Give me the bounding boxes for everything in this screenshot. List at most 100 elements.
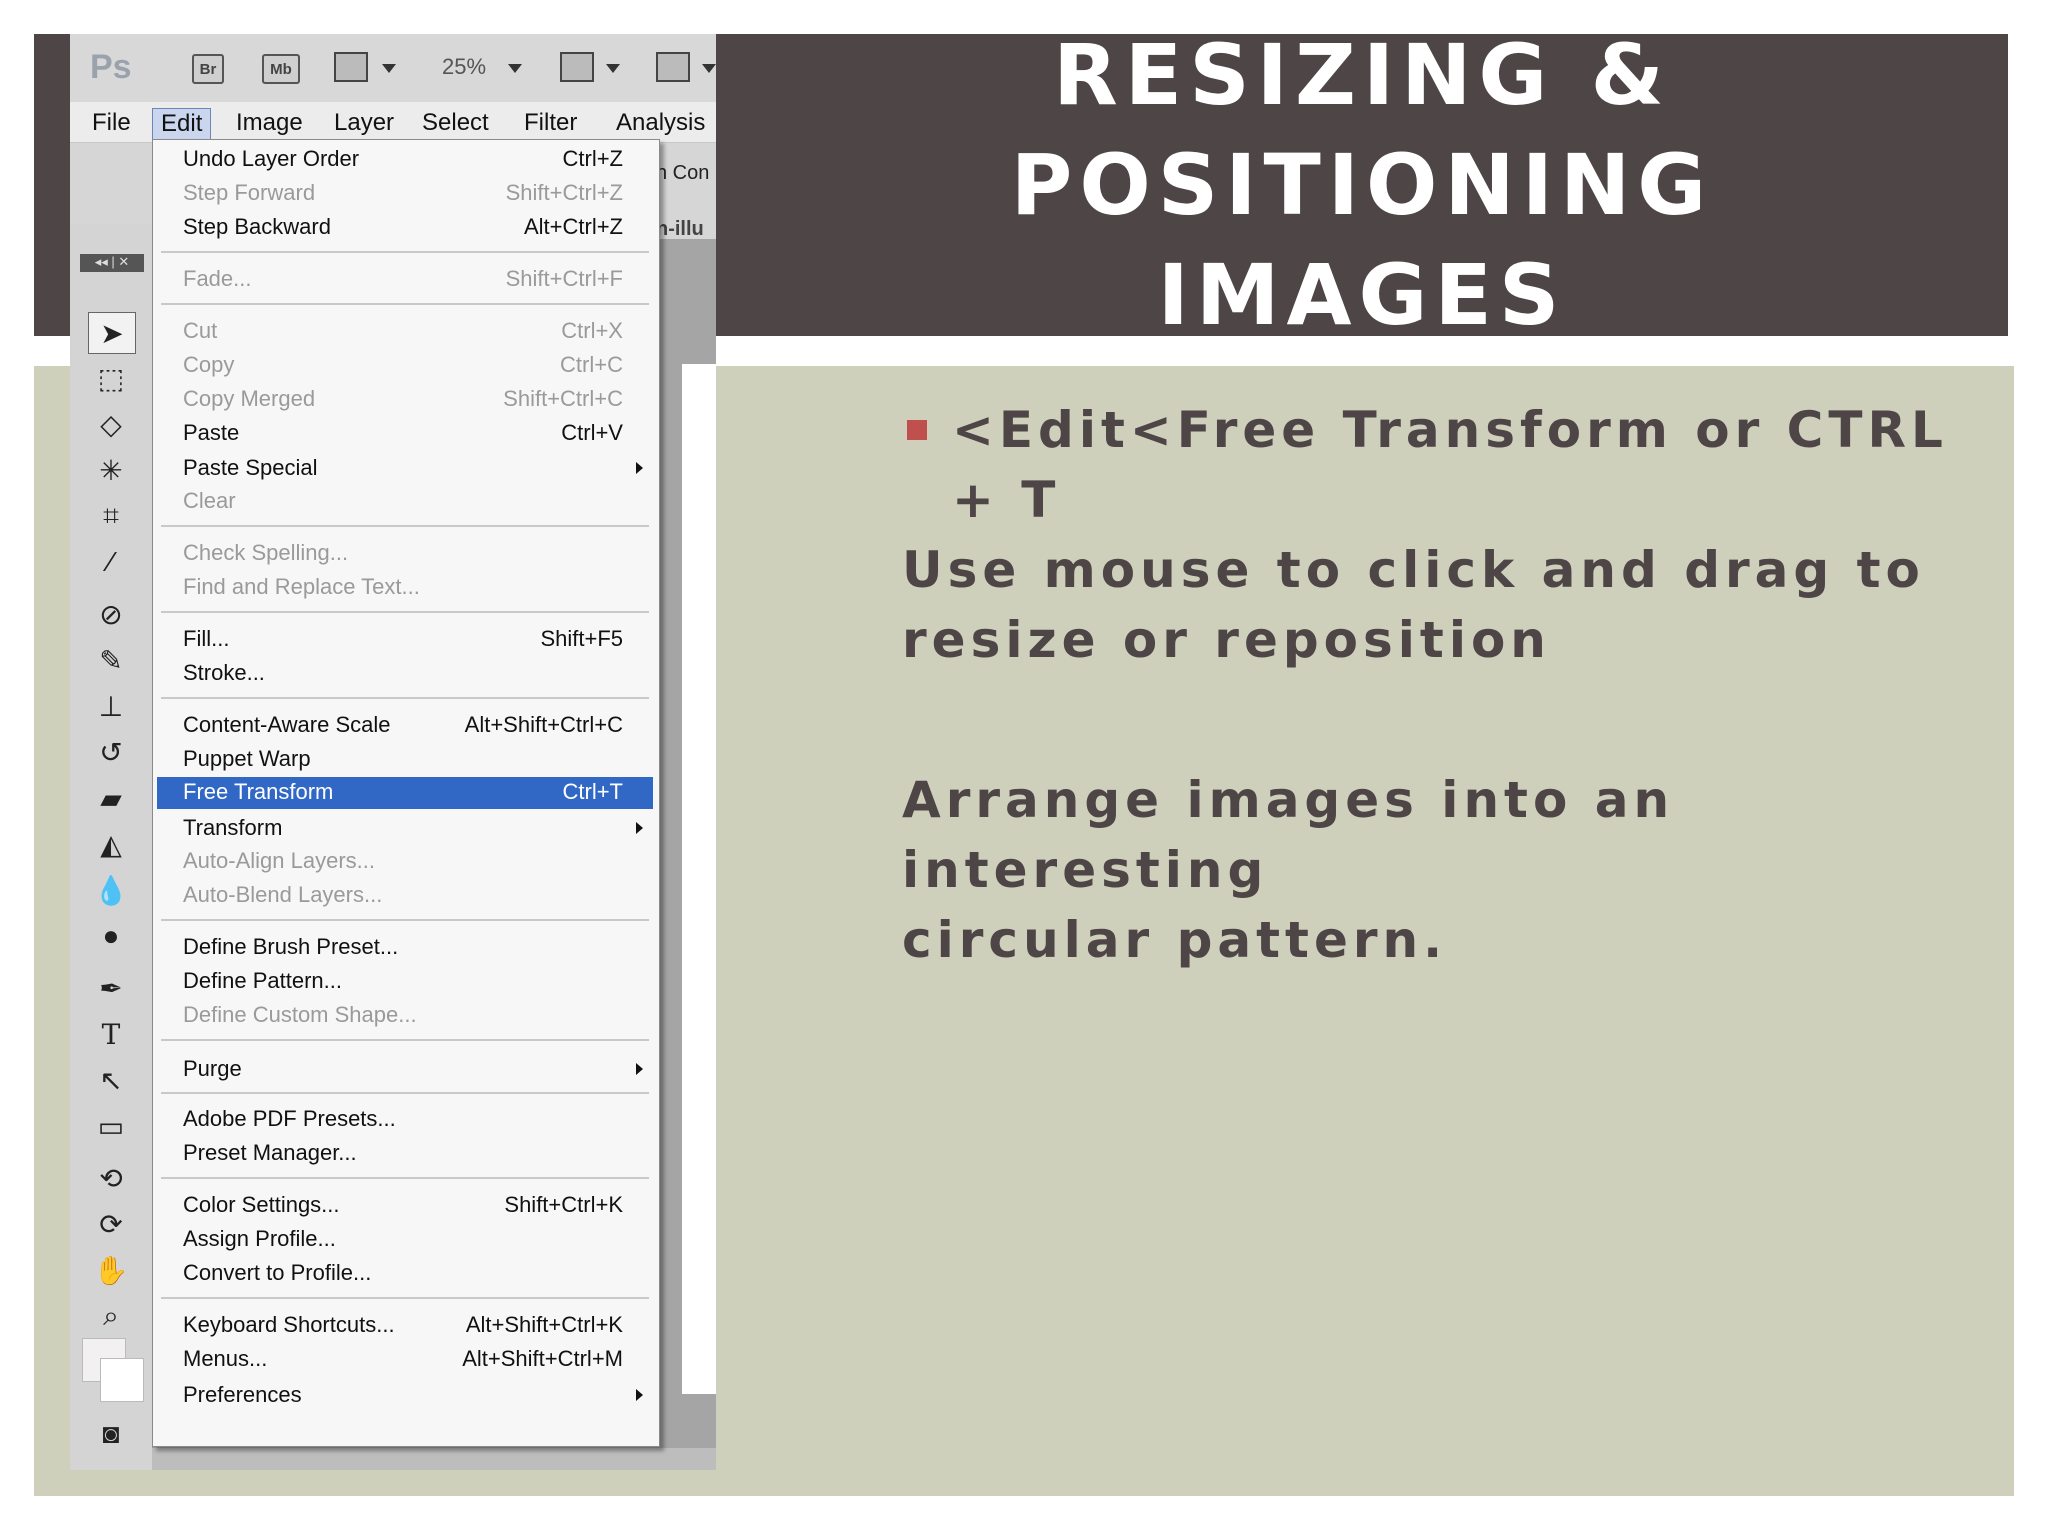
menu-item-define-pattern[interactable]: Define Pattern...: [157, 966, 653, 996]
submenu-arrow-icon: [636, 1389, 643, 1401]
menu-separator: [161, 1039, 649, 1041]
chevron-down-icon[interactable]: [606, 64, 620, 73]
path-selection-tool-icon[interactable]: ↖: [88, 1060, 134, 1100]
paint-bucket-tool-icon[interactable]: ◭: [88, 824, 134, 864]
slide-title-line-1: RESIZING & POSITIONING: [1010, 26, 1714, 234]
menu-item-check-spelling[interactable]: Check Spelling...: [157, 538, 653, 568]
chevron-down-icon[interactable]: [508, 64, 522, 73]
mini-bridge-button[interactable]: Mb: [262, 54, 300, 84]
menu-item-clear[interactable]: Clear: [157, 486, 653, 516]
menu-item-paste[interactable]: Paste Ctrl+V: [157, 418, 653, 448]
3d-rotate-tool-icon[interactable]: ⟲: [88, 1158, 134, 1198]
chevron-down-icon[interactable]: [702, 64, 716, 73]
marquee-tool-icon[interactable]: ⬚: [88, 358, 134, 398]
magic-wand-tool-icon[interactable]: ✳: [88, 450, 134, 490]
menu-item-menus[interactable]: Menus... Alt+Shift+Ctrl+M: [157, 1344, 653, 1374]
menu-item-define-brush-preset[interactable]: Define Brush Preset...: [157, 932, 653, 962]
instruction-line-2: resize or reposition: [902, 611, 1551, 669]
menu-item-adobe-pdf-presets[interactable]: Adobe PDF Presets...: [157, 1104, 653, 1134]
move-tool-icon[interactable]: ➤: [88, 312, 136, 354]
menu-analysis[interactable]: Analysis: [608, 108, 713, 138]
quick-mask-icon[interactable]: ◙: [88, 1414, 134, 1454]
menu-item-find-replace[interactable]: Find and Replace Text...: [157, 572, 653, 602]
menu-item-color-settings[interactable]: Color Settings... Shift+Ctrl+K: [157, 1190, 653, 1220]
zoom-level[interactable]: 25%: [442, 54, 486, 80]
menu-item-convert-to-profile[interactable]: Convert to Profile...: [157, 1258, 653, 1288]
menu-item-label: Copy Merged: [183, 386, 316, 411]
menu-filter[interactable]: Filter: [516, 108, 585, 138]
arrange-documents-icon[interactable]: [560, 52, 594, 82]
menu-item-stroke[interactable]: Stroke...: [157, 658, 653, 688]
menu-item-free-transform[interactable]: Free Transform Ctrl+T: [157, 777, 653, 809]
menu-item-label: Check Spelling...: [183, 540, 349, 565]
menu-item-label: Color Settings...: [183, 1192, 340, 1217]
menu-item-content-aware-scale[interactable]: Content-Aware Scale Alt+Shift+Ctrl+C: [157, 710, 653, 740]
pen-tool-icon[interactable]: ✒: [88, 968, 134, 1008]
application-bar: Ps Br Mb 25%: [70, 34, 716, 103]
menu-item-label: Menus...: [183, 1346, 268, 1371]
menu-layer[interactable]: Layer: [326, 108, 402, 138]
dodge-tool-icon[interactable]: ●: [88, 916, 134, 956]
canvas-area[interactable]: [682, 364, 716, 1394]
menu-image[interactable]: Image: [228, 108, 311, 138]
bridge-button[interactable]: Br: [192, 54, 224, 84]
menu-item-label: Step Backward: [183, 214, 331, 239]
menu-item-label: Preset Manager...: [183, 1140, 357, 1165]
brush-tool-icon[interactable]: ✎: [88, 640, 134, 680]
menu-separator: [161, 1177, 649, 1179]
menu-item-label: Keyboard Shortcuts...: [183, 1312, 395, 1337]
history-brush-tool-icon[interactable]: ↺: [88, 732, 134, 772]
slide-title: RESIZING & POSITIONING IMAGES: [716, 26, 2008, 344]
menu-item-label: Define Pattern...: [183, 968, 342, 993]
menu-item-shortcut: Shift+Ctrl+K: [504, 1192, 623, 1217]
lasso-tool-icon[interactable]: ◇: [88, 404, 134, 444]
menu-item-puppet-warp[interactable]: Puppet Warp: [157, 744, 653, 774]
toolbox-header[interactable]: ◂◂ | ✕: [80, 254, 144, 272]
menu-select[interactable]: Select: [414, 108, 497, 138]
menu-item-assign-profile[interactable]: Assign Profile...: [157, 1224, 653, 1254]
menu-item-define-custom-shape[interactable]: Define Custom Shape...: [157, 1000, 653, 1030]
zoom-tool-icon[interactable]: ⌕: [88, 1296, 134, 1336]
type-tool-icon[interactable]: T: [88, 1014, 134, 1054]
3d-orbit-tool-icon[interactable]: ⟳: [88, 1204, 134, 1244]
menu-item-transform[interactable]: Transform: [157, 813, 653, 843]
menu-item-cut[interactable]: Cut Ctrl+X: [157, 316, 653, 346]
rectangle-tool-icon[interactable]: ▭: [88, 1106, 134, 1146]
menu-edit[interactable]: Edit: [152, 108, 212, 140]
document-status-area: [152, 1448, 716, 1470]
menu-item-step-forward[interactable]: Step Forward Shift+Ctrl+Z: [157, 178, 653, 208]
menu-item-step-backward[interactable]: Step Backward Alt+Ctrl+Z: [157, 212, 653, 242]
hand-tool-icon[interactable]: ✋: [88, 1250, 134, 1290]
menu-item-keyboard-shortcuts[interactable]: Keyboard Shortcuts... Alt+Shift+Ctrl+K: [157, 1310, 653, 1340]
menu-item-copy[interactable]: Copy Ctrl+C: [157, 350, 653, 380]
instruction-paragraph: Use mouse to click and drag to resize or…: [902, 535, 2002, 675]
menu-item-undo[interactable]: Undo Layer Order Ctrl+Z: [157, 144, 653, 174]
menu-item-purge[interactable]: Purge: [157, 1054, 653, 1084]
menu-item-shortcut: Alt+Ctrl+Z: [523, 214, 623, 239]
blur-tool-icon[interactable]: 💧: [88, 870, 134, 910]
document-tab-fragment[interactable]: n-illu: [656, 218, 704, 241]
menu-item-label: Fade...: [183, 266, 252, 291]
menu-item-auto-blend-layers[interactable]: Auto-Blend Layers...: [157, 880, 653, 910]
menu-item-preferences[interactable]: Preferences: [157, 1380, 653, 1410]
menu-separator: [161, 525, 649, 527]
menu-item-label: Auto-Align Layers...: [183, 848, 375, 873]
menu-item-fade[interactable]: Fade... Shift+Ctrl+F: [157, 264, 653, 294]
menu-item-label: Purge: [183, 1056, 242, 1081]
clone-stamp-tool-icon[interactable]: ⊥: [88, 686, 134, 726]
menu-item-copy-merged[interactable]: Copy Merged Shift+Ctrl+C: [157, 384, 653, 414]
background-color-swatch[interactable]: [100, 1358, 144, 1402]
menu-item-paste-special[interactable]: Paste Special: [157, 453, 653, 483]
healing-brush-tool-icon[interactable]: ⊘: [88, 594, 134, 634]
menu-separator: [161, 251, 649, 253]
menu-file[interactable]: File: [84, 108, 139, 138]
crop-tool-icon[interactable]: ⌗: [88, 496, 134, 536]
menu-item-preset-manager[interactable]: Preset Manager...: [157, 1138, 653, 1168]
screen-mode-icon[interactable]: [656, 52, 690, 82]
view-extras-icon[interactable]: [334, 52, 368, 82]
chevron-down-icon[interactable]: [382, 64, 396, 73]
menu-item-auto-align-layers[interactable]: Auto-Align Layers...: [157, 846, 653, 876]
menu-item-fill[interactable]: Fill... Shift+F5: [157, 624, 653, 654]
eyedropper-tool-icon[interactable]: ⁄: [88, 542, 134, 582]
eraser-tool-icon[interactable]: ▰: [88, 778, 134, 818]
